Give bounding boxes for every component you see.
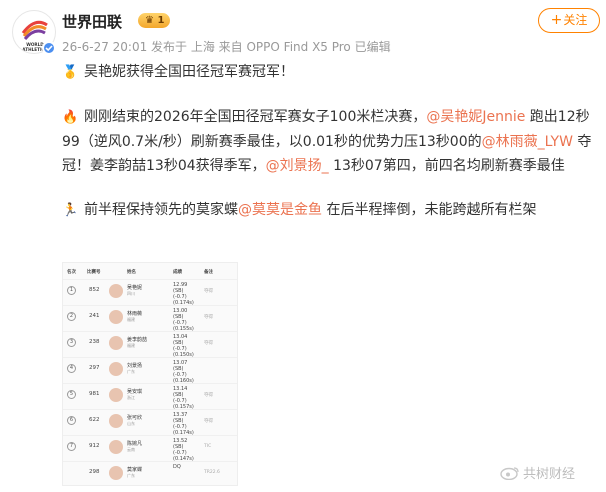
text-segment: 刚刚结束的2026年全国田径冠军赛女子100米栏决赛，	[84, 109, 427, 125]
bib-number: 912	[89, 443, 100, 449]
athlete-team: 山东	[127, 421, 135, 426]
athlete-result: 13.37 (SB) (-0.7) (0.174s)	[173, 412, 194, 436]
paragraph-fall: 🏃 前半程保持领先的莫家蝶@莫莫是金鱼 在后半程摔倒，未能跨越所有栏架	[62, 198, 600, 223]
result-note: TR22.6	[204, 470, 220, 475]
bib-number: 622	[89, 417, 100, 423]
fire-icon: 🔥	[62, 110, 79, 125]
post-meta: 26-6-27 20:01 发布于 上海 来自 OPPO Find X5 Pro…	[62, 40, 391, 54]
athlete-photo	[109, 440, 123, 454]
bib-number: 852	[89, 287, 100, 293]
athlete-photo	[109, 466, 123, 480]
results-image[interactable]: 名次 比赛号 姓名 成绩 备注 1 852 吴艳妮 四川 12.99 (SB) (-0.…	[62, 262, 238, 486]
bib-number: 241	[89, 313, 100, 319]
bib-number: 981	[89, 391, 100, 397]
table-row: 6 622 张可欣 山东 13.37 (SB) (-0.7) (0.174s) 夺得	[63, 409, 237, 436]
athlete-team: 广东	[127, 473, 135, 478]
result-note: 夺得	[204, 393, 213, 398]
result-note: 夺得	[204, 341, 213, 346]
hurdler-icon: 🏃	[62, 203, 79, 218]
header-result: 成绩	[173, 270, 182, 275]
athlete-team: 福建	[127, 317, 135, 322]
athlete-result: 13.14 (SB) (-0.7) (0.157s)	[173, 386, 194, 410]
athlete-result: 12.99 (SB) (-0.7) (0.174s)	[173, 282, 194, 306]
athlete-name: 莫家蝶	[127, 467, 143, 473]
athlete-name: 陈婉凡	[127, 441, 143, 447]
plus-icon: +	[550, 12, 563, 28]
header-rank: 名次	[67, 270, 76, 275]
rank-badge: 7	[67, 442, 76, 451]
athlete-team: 四川	[127, 291, 135, 296]
headline-text: 吴艳妮获得全国田径冠军赛冠军！	[84, 64, 294, 80]
athlete-name: 姜李韵喆	[127, 337, 148, 343]
table-row: 4 297 刘景扬 广东 13.07 (SB) (-0.7) (0.160s)	[63, 357, 237, 384]
table-row: 3 238 姜李韵喆 福建 13.04 (SB) (-0.7) (0.150s) 夺得	[63, 331, 237, 358]
text-segment: 前半程保持领先的莫家蝶	[84, 202, 238, 218]
mention-lin-yuwei[interactable]: @林雨薇_LYW	[482, 134, 573, 150]
verified-icon	[42, 41, 56, 55]
medal-icon: 🥇	[62, 65, 79, 80]
table-row: 5 981 吴安琪 浙江 13.14 (SB) (-0.7) (0.157s) 夺得	[63, 383, 237, 410]
athlete-team: 广东	[127, 369, 135, 374]
header-name: 姓名	[127, 270, 136, 275]
athlete-result: 13.00 (SB) (-0.7) (0.155s)	[173, 308, 194, 332]
post-content: 🥇 吴艳妮获得全国田径冠军赛冠军！ 🔥 刚刚结束的2026年全国田径冠军赛女子100…	[62, 60, 600, 243]
rank-badge: 5	[67, 390, 76, 399]
mention-liu-jingyang[interactable]: @刘景扬_	[266, 158, 329, 174]
watermark-text: 共树财经	[523, 467, 576, 482]
athlete-result: 13.52 (SB) (-0.7) (0.147s)	[173, 438, 194, 462]
text-segment: 在后半程摔倒，未能跨越所有栏架	[322, 202, 537, 218]
athlete-result: DQ	[173, 464, 181, 470]
follow-label: 关注	[563, 13, 588, 27]
level-number: 1	[157, 15, 165, 26]
athlete-photo	[109, 310, 123, 324]
result-note: 夺得	[204, 419, 213, 424]
athlete-photo	[109, 414, 123, 428]
bib-number: 298	[89, 469, 100, 475]
athlete-team: 福建	[127, 343, 135, 348]
table-row: 2 241 林雨薇 福建 13.00 (SB) (-0.7) (0.155s) 夺得	[63, 305, 237, 332]
header-note: 备注	[204, 270, 213, 275]
athlete-name: 吴艳妮	[127, 285, 143, 291]
mention-wu-yanni[interactable]: @吴艳妮Jennie	[426, 109, 525, 125]
mention-mo-jiadie[interactable]: @莫莫是金鱼	[238, 202, 322, 218]
athlete-photo	[109, 388, 123, 402]
athlete-photo	[109, 336, 123, 350]
athlete-team: 浙江	[127, 395, 135, 400]
athlete-photo	[109, 362, 123, 376]
rank-badge: 2	[67, 312, 76, 321]
rank-badge: 3	[67, 338, 76, 347]
athlete-name: 张可欣	[127, 415, 143, 421]
athlete-result: 13.07 (SB) (-0.7) (0.160s)	[173, 360, 194, 384]
result-note: 夺得	[204, 315, 213, 320]
rank-badge: 1	[67, 286, 76, 295]
weibo-icon	[500, 467, 519, 480]
athlete-name: 刘景扬	[127, 363, 143, 369]
follow-button[interactable]: +关注	[538, 8, 600, 33]
table-row: 7 912 陈婉凡 云南 13.52 (SB) (-0.7) (0.147s) TIC	[63, 435, 237, 462]
athlete-name: 林雨薇	[127, 311, 143, 317]
watermark: 共树财经	[500, 463, 575, 482]
table-row: 1 852 吴艳妮 四川 12.99 (SB) (-0.7) (0.174s) 夺得	[63, 279, 237, 306]
athlete-result: 13.04 (SB) (-0.7) (0.150s)	[173, 334, 194, 358]
text-segment: 13秒07第四，前四名均刷新赛季最佳	[328, 158, 565, 174]
athlete-team: 云南	[127, 447, 135, 452]
athlete-name: 吴安琪	[127, 389, 143, 395]
headline: 🥇 吴艳妮获得全国田径冠军赛冠军！	[62, 60, 600, 85]
rank-badge: 6	[67, 416, 76, 425]
header-bib: 比赛号	[87, 270, 101, 275]
bib-number: 238	[89, 339, 100, 345]
result-note: 夺得	[204, 289, 213, 294]
paragraph-result: 🔥 刚刚结束的2026年全国田径冠军赛女子100米栏决赛，@吴艳妮Jennie 跑…	[62, 105, 600, 178]
result-note: TIC	[204, 444, 212, 449]
crown-icon: ♛	[145, 15, 154, 26]
rank-badge: 4	[67, 364, 76, 373]
table-row: 298 莫家蝶 广东 DQ TR22.6	[63, 461, 237, 483]
level-badge: ♛ 1	[138, 13, 171, 28]
bib-number: 297	[89, 365, 100, 371]
account-name[interactable]: 世界田联	[62, 11, 122, 32]
athlete-photo	[109, 284, 123, 298]
